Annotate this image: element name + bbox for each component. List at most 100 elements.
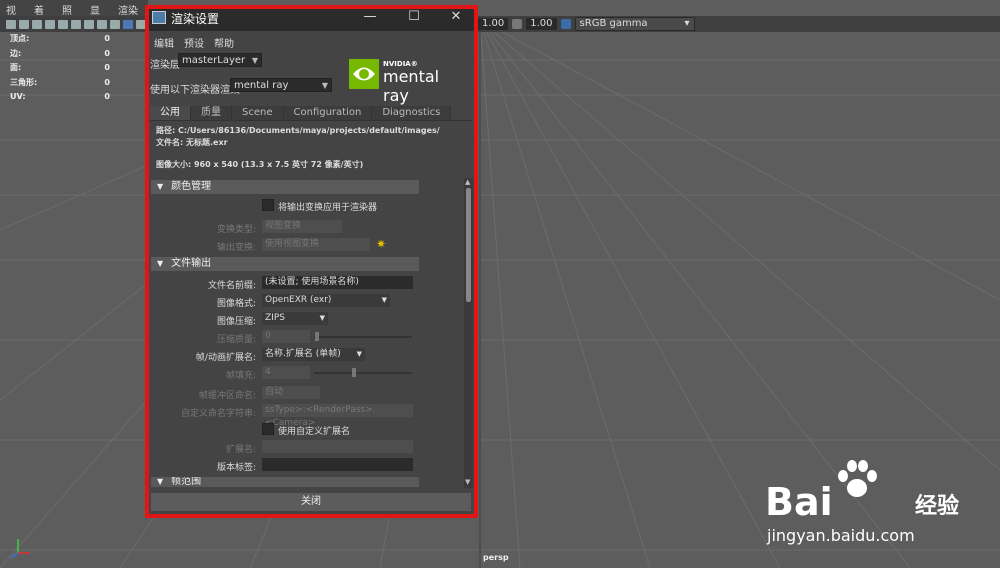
frame-ext-select[interactable]: 名称.扩展名 (单帧) ▼ bbox=[262, 348, 365, 361]
output-path-info: 路径: C:/Users/86136/Documents/maya/projec… bbox=[156, 125, 440, 149]
chevron-down-icon: ▼ bbox=[251, 56, 258, 65]
file-prefix-input[interactable]: (未设置; 使用场景名称) bbox=[262, 276, 413, 289]
camera-name-label: persp bbox=[483, 553, 509, 562]
frame-padding-value: 4 bbox=[265, 367, 271, 377]
grid-icon[interactable] bbox=[58, 19, 68, 29]
frame-padding-label: 帧填充: bbox=[225, 371, 256, 381]
compression-quality-input[interactable]: 0 bbox=[262, 330, 310, 343]
chevron-down-icon: ▼ bbox=[321, 81, 328, 90]
output-transform-select[interactable]: 使用视图变换 bbox=[262, 238, 370, 251]
menu-lighting[interactable]: 照明 bbox=[56, 0, 84, 32]
custom-naming-input[interactable]: ssType>:<RenderPass>.<Camera> bbox=[262, 404, 413, 428]
menu-presets[interactable]: 预设 bbox=[184, 35, 204, 50]
menu-shading[interactable]: 着色 bbox=[28, 0, 56, 32]
scroll-down-icon[interactable]: ▼ bbox=[465, 478, 470, 486]
gamma-field[interactable]: 1.00 bbox=[526, 18, 557, 30]
paw-logo-icon bbox=[838, 460, 877, 497]
close-button[interactable]: 关闭 bbox=[151, 493, 471, 511]
dialog-titlebar[interactable]: 渲染设置 — ☐ ✕ bbox=[146, 5, 476, 31]
view-transform-select[interactable]: sRGB gamma ▾ bbox=[574, 17, 695, 31]
use-custom-ext-checkbox[interactable] bbox=[262, 423, 274, 435]
menu-edit[interactable]: 编辑 bbox=[154, 35, 174, 50]
baidu-watermark: Bai 经验 jingyan.baidu.com bbox=[765, 460, 1000, 568]
image-format-value: OpenEXR (exr) bbox=[265, 295, 332, 305]
tab-scene[interactable]: Scene bbox=[232, 106, 284, 120]
resolution-gate-icon[interactable] bbox=[84, 19, 94, 29]
output-filename: 文件名: 无标题.exr bbox=[156, 138, 228, 147]
extension-input[interactable] bbox=[262, 440, 413, 453]
hud-row: 面: 0 bbox=[10, 61, 110, 76]
frame-buffer-naming-label: 帧缓冲区命名: bbox=[198, 391, 256, 401]
section-color-management[interactable]: ▼ 颜色管理 bbox=[151, 180, 419, 194]
file-prefix-label: 文件名前缀: bbox=[207, 281, 256, 291]
minimize-button[interactable]: — bbox=[360, 8, 380, 26]
color-management-icon[interactable] bbox=[560, 19, 571, 29]
camera-attr-icon[interactable] bbox=[19, 19, 29, 29]
slider-knob[interactable] bbox=[352, 368, 356, 377]
section-title: 颜色管理 bbox=[171, 181, 212, 192]
frame-buffer-naming-select[interactable]: 自动 bbox=[262, 386, 320, 399]
scrollbar-thumb[interactable] bbox=[466, 188, 471, 302]
hud-value: 0 bbox=[104, 48, 110, 58]
apply-output-transform-label: 将输出变换应用于渲染器 bbox=[278, 203, 378, 213]
frame-padding-input[interactable]: 4 bbox=[262, 366, 310, 379]
menu-view[interactable]: 视图 bbox=[0, 0, 28, 32]
settings-tabs: 公用 质量 Scene Configuration Diagnostics bbox=[150, 106, 472, 121]
use-custom-ext-label: 使用自定义扩展名 bbox=[278, 427, 351, 437]
renderer-select[interactable]: mental ray ▼ bbox=[230, 78, 332, 92]
image-format-select[interactable]: OpenEXR (exr) ▼ bbox=[262, 294, 390, 307]
slider-knob[interactable] bbox=[315, 332, 319, 341]
settings-scrollbar[interactable]: ▲ ▼ bbox=[464, 178, 473, 488]
output-path: 路径: C:/Users/86136/Documents/maya/projec… bbox=[156, 126, 440, 135]
version-input[interactable] bbox=[262, 458, 413, 471]
gear-icon[interactable]: ✷ bbox=[376, 237, 386, 251]
camera-icon[interactable] bbox=[6, 19, 16, 29]
menu-show[interactable]: 显示 bbox=[84, 0, 112, 32]
menu-help[interactable]: 帮助 bbox=[214, 35, 234, 50]
hud-label: 边: bbox=[10, 48, 22, 58]
section-frame-range[interactable]: ▼ 帧范围 bbox=[151, 477, 419, 487]
hud-row: 三角形: 0 bbox=[10, 76, 110, 91]
render-settings-dialog: 渲染设置 — ☐ ✕ 编辑 预设 帮助 渲染层 masterLayer ▼ 使用以… bbox=[146, 5, 476, 518]
exposure-field[interactable]: 1.00 bbox=[478, 18, 509, 30]
transform-type-select[interactable]: 视图变换 bbox=[262, 220, 342, 233]
hud-row: 顶点: 0 bbox=[10, 32, 110, 47]
maximize-button[interactable]: ☐ bbox=[404, 8, 424, 26]
menu-renderer[interactable]: 渲染器 bbox=[112, 0, 148, 32]
watermark-brand-cn: 经验 bbox=[915, 494, 960, 519]
compression-quality-label: 压缩质量: bbox=[216, 335, 256, 345]
frame-padding-slider[interactable] bbox=[314, 372, 412, 374]
render-layer-select[interactable]: masterLayer ▼ bbox=[178, 53, 262, 67]
tab-common[interactable]: 公用 bbox=[150, 106, 191, 120]
viewport-menubar: 视图 着色 照明 显示 渲染器 bbox=[0, 0, 148, 32]
frame-ext-value: 名称.扩展名 (单帧) bbox=[265, 349, 341, 359]
frame-buffer-naming-value: 自动 bbox=[265, 387, 284, 397]
frame-ext-label: 帧/动画扩展名: bbox=[195, 353, 256, 363]
hud-value: 0 bbox=[104, 77, 110, 87]
chevron-down-icon: ▼ bbox=[381, 296, 387, 304]
viewport-icon-toolbar bbox=[0, 16, 148, 32]
tab-diagnostics[interactable]: Diagnostics bbox=[372, 106, 452, 120]
smooth-shade-icon[interactable] bbox=[136, 19, 146, 29]
dialog-title: 渲染设置 bbox=[171, 12, 220, 26]
image-plane-icon[interactable] bbox=[45, 19, 55, 29]
wireframe-icon[interactable] bbox=[123, 19, 133, 29]
field-chart-icon[interactable] bbox=[110, 19, 120, 29]
custom-naming-label: 自定义命名字符串: bbox=[180, 409, 256, 419]
hud-value: 0 bbox=[104, 92, 110, 101]
close-window-button[interactable]: ✕ bbox=[446, 8, 466, 26]
gamma-icon[interactable] bbox=[512, 19, 523, 29]
hud-label: 面: bbox=[10, 63, 22, 72]
compression-quality-slider[interactable] bbox=[314, 336, 412, 338]
tab-configuration[interactable]: Configuration bbox=[283, 106, 373, 120]
section-file-output[interactable]: ▼ 文件输出 bbox=[151, 257, 419, 271]
compression-select[interactable]: ZIPS ▼ bbox=[262, 312, 328, 325]
tab-quality[interactable]: 质量 bbox=[191, 106, 232, 120]
apply-output-transform-checkbox[interactable] bbox=[262, 199, 274, 211]
film-gate-icon[interactable] bbox=[71, 19, 81, 29]
render-layer-value: masterLayer bbox=[182, 55, 246, 66]
collapse-triangle-icon: ▼ bbox=[157, 182, 164, 191]
scroll-up-icon[interactable]: ▲ bbox=[465, 178, 470, 186]
bookmark-icon[interactable] bbox=[32, 19, 42, 29]
gate-mask-icon[interactable] bbox=[97, 19, 107, 29]
